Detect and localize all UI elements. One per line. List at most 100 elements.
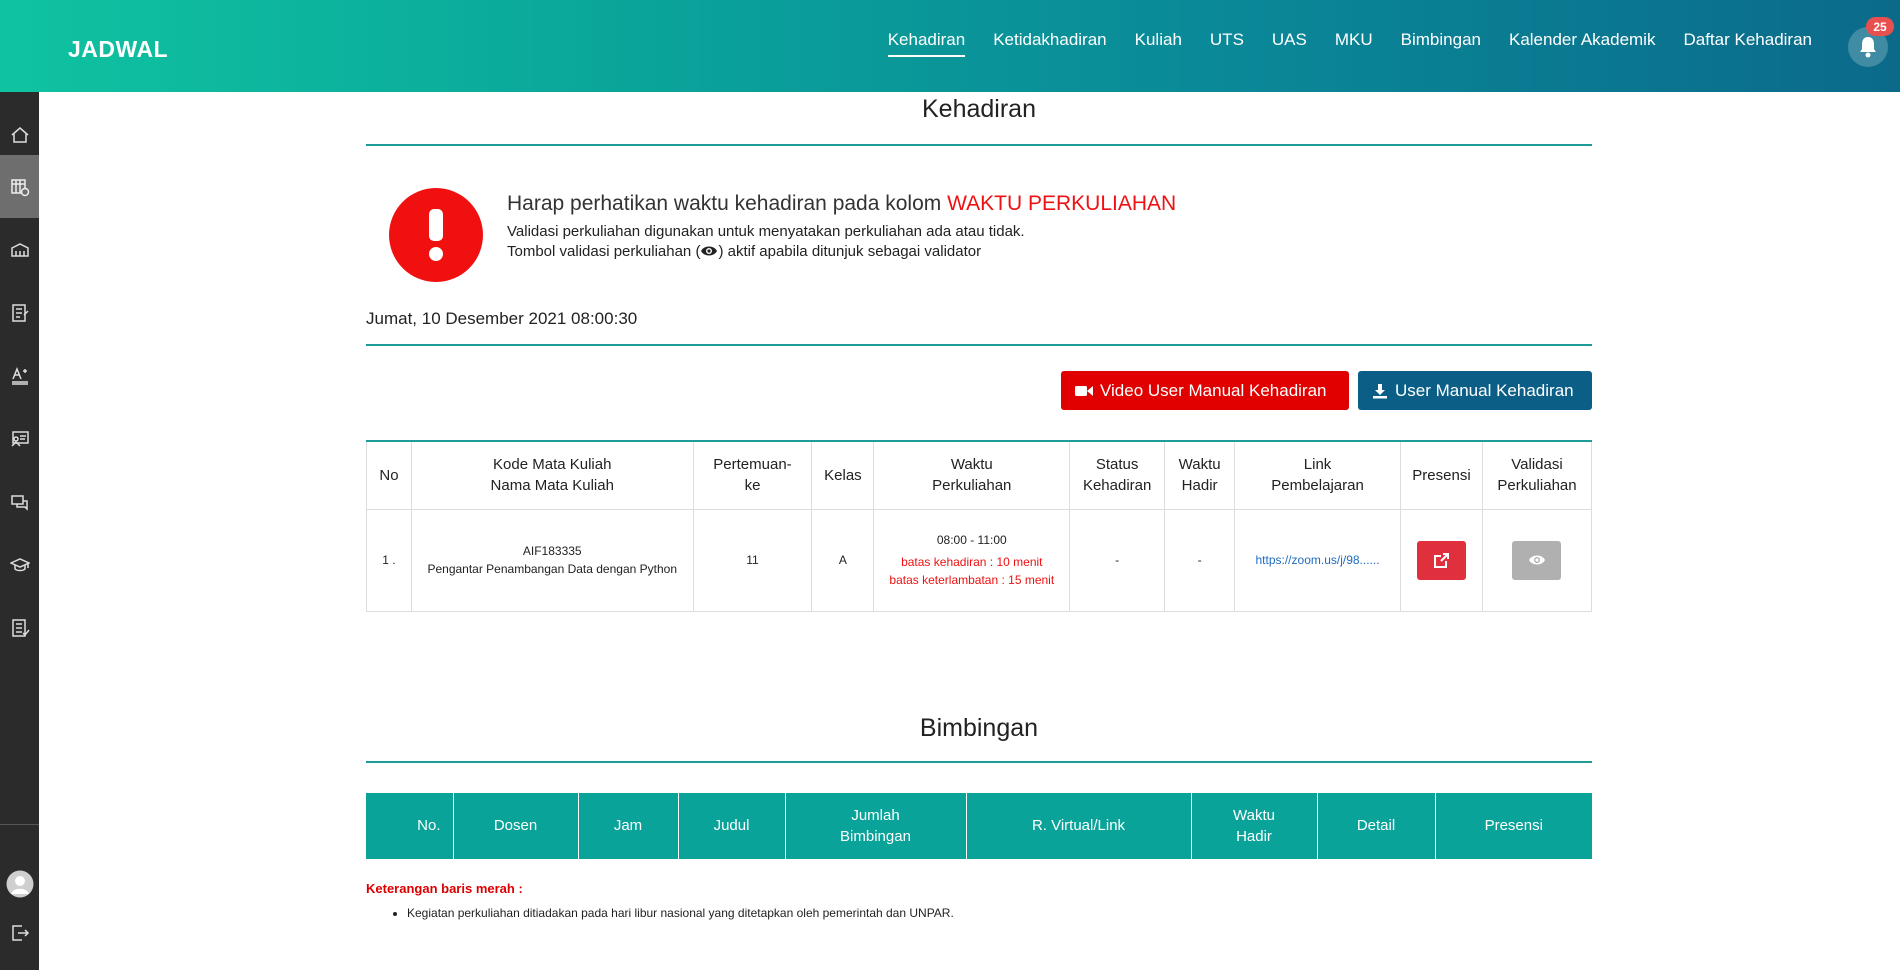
- class-time: 08:00 - 11:00: [936, 533, 1007, 547]
- nav-kalender-akademik[interactable]: Kalender Akademik: [1509, 30, 1655, 57]
- nav-uas[interactable]: UAS: [1272, 30, 1307, 57]
- col-no: No.: [366, 792, 453, 859]
- col-detail: Detail: [1316, 792, 1435, 859]
- current-datetime: Jumat, 10 Desember 2021 08:00:30: [366, 309, 638, 328]
- row-mata-kuliah: AIF183335 Pengantar Penambangan Data den…: [410, 508, 694, 612]
- sidebar-item-building[interactable]: [0, 218, 39, 281]
- external-link-icon: [1433, 552, 1449, 568]
- top-bar: JADWAL Kehadiran Ketidakhadiran Kuliah U…: [0, 0, 1900, 92]
- sidebar-item-presentation[interactable]: [0, 407, 39, 470]
- main-content: Kehadiran Harap perhatikan waktu kehadir…: [366, 92, 1593, 920]
- schedule-icon: [10, 178, 29, 196]
- eye-icon: [701, 246, 718, 256]
- course-name: Pengantar Penambangan Data dengan Python: [427, 562, 677, 576]
- col-jam: Jam: [577, 792, 678, 859]
- warning-icon: [389, 188, 483, 282]
- notice-line-2b: ) aktif apabila ditunjuk sebagai validat…: [718, 243, 982, 260]
- col-dosen: Dosen: [452, 792, 578, 859]
- bell-icon: [1860, 37, 1876, 58]
- main-nav: Kehadiran Ketidakhadiran Kuliah UTS UAS …: [887, 30, 1812, 57]
- graduation-cap-icon: [9, 557, 30, 571]
- row-validasi: [1481, 508, 1593, 612]
- col-judul: Judul: [677, 792, 785, 859]
- col-waktu-hadir: Waktu Hadir: [1164, 440, 1236, 510]
- row-no: 1 .: [366, 508, 412, 612]
- building-icon: [10, 242, 29, 257]
- app-title: JADWAL: [68, 36, 169, 62]
- notice-highlight: WAKTU PERKULIAHAN: [947, 192, 1177, 215]
- manual-buttons: Video User Manual Kehadiran User Manual …: [366, 346, 1592, 440]
- table-row: 1 . AIF183335 Pengantar Penambangan Data…: [366, 508, 1593, 612]
- logout-button[interactable]: [0, 901, 39, 964]
- nav-mku[interactable]: MKU: [1335, 30, 1373, 57]
- logout-icon: [11, 924, 29, 941]
- kehadiran-table: No Kode Mata Kuliah Nama Mata Kuliah Pert…: [366, 440, 1593, 612]
- notice-prefix: Harap perhatikan waktu kehadiran pada ko…: [507, 192, 942, 215]
- col-waktu-hadir: Waktu Hadir: [1190, 792, 1317, 859]
- row-status: -: [1069, 508, 1166, 612]
- course-code: AIF183335: [522, 544, 582, 558]
- nav-ketidakhadiran[interactable]: Ketidakhadiran: [993, 30, 1106, 57]
- row-waktu: 08:00 - 11:00 batas kehadiran : 10 menit…: [873, 508, 1071, 612]
- chat-icon: [10, 494, 28, 511]
- notification-badge: 25: [1866, 17, 1894, 36]
- presentation-icon: [10, 430, 29, 447]
- sidebar-item-graduation[interactable]: [0, 533, 39, 596]
- download-icon: [1373, 383, 1387, 398]
- avatar: [6, 870, 33, 897]
- sidebar-item-document[interactable]: [0, 281, 39, 344]
- col-presensi: Presensi: [1400, 440, 1483, 510]
- list-icon: [11, 618, 30, 637]
- batas-kehadiran: batas kehadiran : 10 menit: [901, 555, 1043, 569]
- notice-line-2a: Tombol validasi perkuliahan (: [507, 243, 701, 260]
- col-kode-mata-kuliah: Kode Mata Kuliah Nama Mata Kuliah: [410, 440, 694, 510]
- user-manual-button[interactable]: User Manual Kehadiran: [1358, 371, 1592, 410]
- bimbingan-title: Bimbingan: [919, 713, 1039, 742]
- col-no: No: [366, 440, 412, 510]
- row-presensi: [1400, 508, 1483, 612]
- nav-bimbingan[interactable]: Bimbingan: [1401, 30, 1481, 57]
- col-pertemuan: Pertemuan-ke: [692, 440, 813, 510]
- table-header-row: No Kode Mata Kuliah Nama Mata Kuliah Pert…: [366, 440, 1593, 510]
- keterangan-title: Keterangan baris merah :: [366, 880, 523, 896]
- user-manual-label: User Manual Kehadiran: [1395, 380, 1574, 400]
- col-status-kehadiran: Status Kehadiran: [1069, 440, 1166, 510]
- nav-kuliah[interactable]: Kuliah: [1135, 30, 1182, 57]
- video-manual-label: Video User Manual Kehadiran: [1100, 380, 1327, 400]
- sidebar-divider: [0, 824, 39, 825]
- notice-line-1: Validasi perkuliahan digunakan untuk men…: [507, 223, 1025, 240]
- font-icon: [11, 366, 28, 385]
- validasi-button[interactable]: [1512, 540, 1562, 580]
- bimbingan-table: No. Dosen Jam Judul Jumlah Bimbingan R. V…: [366, 792, 1592, 859]
- video-camera-icon: [1075, 385, 1093, 396]
- presensi-button[interactable]: [1416, 540, 1466, 580]
- zoom-link[interactable]: https://zoom.us/j/98......: [1256, 553, 1380, 567]
- col-jumlah-bimbingan: Jumlah Bimbingan: [784, 792, 966, 859]
- sidebar-item-list[interactable]: [0, 596, 39, 659]
- bimbingan-header-row: No. Dosen Jam Judul Jumlah Bimbingan R. V…: [366, 792, 1592, 859]
- col-waktu-perkuliahan: Waktu Perkuliahan: [873, 440, 1071, 510]
- sidebar: [0, 92, 39, 970]
- sidebar-item-font[interactable]: [0, 344, 39, 407]
- home-icon: [11, 126, 28, 143]
- notice-line-2: Tombol validasi perkuliahan ( ) aktif apa…: [507, 243, 981, 260]
- sidebar-item-schedule[interactable]: [0, 155, 39, 218]
- bimbingan-divider: [366, 760, 1592, 763]
- keterangan-item: Kegiatan perkuliahan ditiadakan pada har…: [407, 906, 1592, 920]
- notice-box: Harap perhatikan waktu kehadiran pada ko…: [366, 146, 1592, 306]
- video-manual-button[interactable]: Video User Manual Kehadiran: [1061, 371, 1349, 410]
- row-waktu-hadir: -: [1164, 508, 1236, 612]
- row-kelas: A: [811, 508, 875, 612]
- nav-daftar-kehadiran[interactable]: Daftar Kehadiran: [1683, 30, 1812, 57]
- col-link-pembelajaran: Link Pembelajaran: [1234, 440, 1401, 510]
- row-pertemuan: 11: [692, 508, 813, 612]
- col-kelas: Kelas: [811, 440, 875, 510]
- nav-kehadiran[interactable]: Kehadiran: [887, 30, 966, 57]
- batas-keterlambatan: batas keterlambatan : 15 menit: [889, 573, 1055, 587]
- sidebar-item-chat[interactable]: [0, 470, 39, 533]
- eye-icon: [1528, 555, 1545, 565]
- nav-uts[interactable]: UTS: [1210, 30, 1244, 57]
- col-presensi: Presensi: [1434, 792, 1592, 859]
- col-virtual-link: R. Virtual/Link: [965, 792, 1191, 859]
- row-link: https://zoom.us/j/98......: [1234, 508, 1401, 612]
